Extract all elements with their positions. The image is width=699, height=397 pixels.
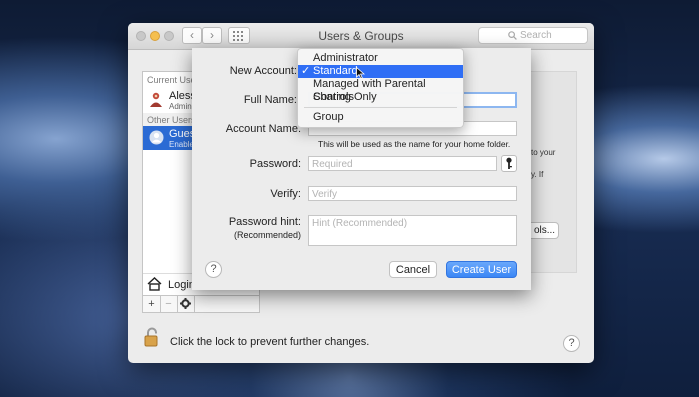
new-account-label: New Account: <box>229 65 297 77</box>
other-users-header: Other Users <box>147 115 196 125</box>
close-window-button[interactable] <box>136 31 146 41</box>
minimize-window-button[interactable] <box>150 31 160 41</box>
detail-text-line-2: y. If <box>531 170 544 179</box>
account-type-menu: Administrator ✓ Standard Managed with Pa… <box>297 48 464 128</box>
window-help-button[interactable]: ? <box>563 335 580 352</box>
add-user-button[interactable]: + <box>143 296 161 312</box>
window-title: Users & Groups <box>318 29 404 43</box>
parental-controls-button[interactable]: ols... <box>531 222 559 239</box>
login-options-label: Login <box>168 279 195 291</box>
account-name-hint: This will be used as the name for your h… <box>318 139 511 149</box>
show-all-button[interactable] <box>228 27 250 44</box>
chevron-left-icon: ‹ <box>190 28 194 42</box>
password-hint-sublabel: (Recommended) <box>233 230 301 240</box>
guest-user-status: Enable <box>169 140 194 149</box>
zoom-window-button[interactable] <box>164 31 174 41</box>
password-field[interactable]: Required <box>308 156 497 171</box>
search-placeholder: Search <box>520 30 552 41</box>
forward-button[interactable]: › <box>202 27 222 44</box>
lock-message: Click the lock to prevent further change… <box>170 336 370 348</box>
menu-item-group[interactable]: Group <box>298 111 463 124</box>
verify-label: Verify: <box>270 188 301 200</box>
account-name-label: Account Name: <box>225 123 301 135</box>
user-avatar-icon <box>150 92 162 107</box>
gear-icon <box>180 298 191 309</box>
detail-text-line-1: to your <box>531 148 556 157</box>
grid-icon <box>233 31 243 41</box>
house-icon <box>147 277 162 291</box>
password-hint-field[interactable]: Hint (Recommended) <box>308 215 517 246</box>
search-field[interactable]: Search <box>478 27 588 44</box>
guest-avatar-icon <box>149 130 164 145</box>
password-assistant-button[interactable] <box>501 155 517 172</box>
full-name-label: Full Name: <box>243 94 297 106</box>
back-button[interactable]: ‹ <box>182 27 202 44</box>
menu-item-parental-controls[interactable]: Managed with Parental Controls <box>298 78 463 103</box>
chevron-right-icon: › <box>210 28 214 42</box>
hint-placeholder: Hint (Recommended) <box>312 218 408 229</box>
action-menu-button[interactable] <box>177 296 195 312</box>
menu-item-administrator[interactable]: Administrator <box>298 52 463 65</box>
menu-item-standard[interactable]: ✓ Standard <box>298 65 463 79</box>
verify-placeholder: Verify <box>312 189 338 200</box>
user-detail-panel: to your y. If <box>531 71 577 273</box>
remove-user-button[interactable]: − <box>160 296 178 312</box>
checkmark-icon: ✓ <box>301 65 311 77</box>
password-label: Password: <box>249 158 301 170</box>
menu-item-sharing-only[interactable]: Sharing Only <box>298 91 463 104</box>
cancel-button[interactable]: Cancel <box>389 261 437 278</box>
create-user-button[interactable]: Create User <box>446 261 517 278</box>
lock-icon[interactable] <box>144 327 160 347</box>
search-icon <box>508 31 517 40</box>
sheet-help-button[interactable]: ? <box>205 261 222 278</box>
menu-separator <box>304 107 457 108</box>
password-placeholder: Required <box>312 159 353 170</box>
title-bar: ‹ › Users & Groups Search <box>128 23 594 50</box>
password-hint-label: Password hint: <box>228 216 301 228</box>
verify-field[interactable]: Verify <box>308 186 517 201</box>
key-icon <box>506 157 512 169</box>
sidebar-toolbar: + − <box>142 295 260 313</box>
